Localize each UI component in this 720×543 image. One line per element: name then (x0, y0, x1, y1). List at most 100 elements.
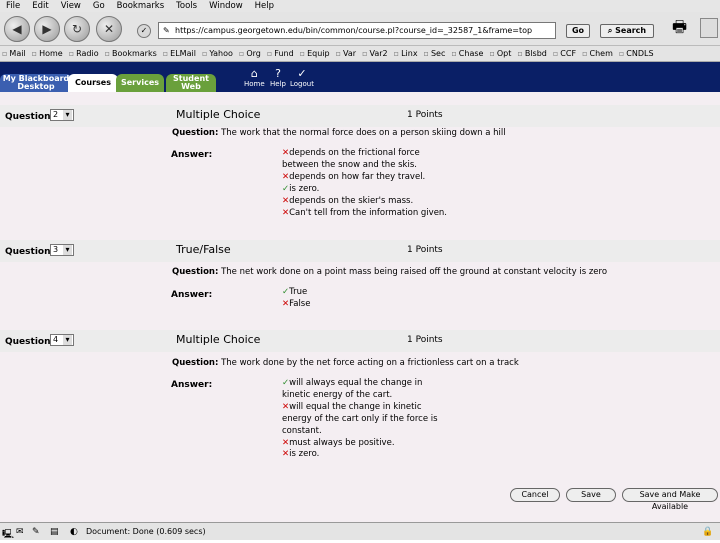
bookmark-item[interactable]: Equip (300, 49, 330, 58)
answer-text: Can't tell from the information given. (289, 207, 448, 218)
bookmark-item[interactable]: Linx (394, 49, 417, 58)
menu-help[interactable]: Help (255, 1, 274, 11)
question-header: Question 4 Multiple Choice 1 Points (0, 330, 720, 352)
back-icon: ◀ (12, 22, 22, 36)
question-header: Question 2 Multiple Choice 1 Points (0, 105, 720, 127)
bookmark-item[interactable]: Opt (489, 49, 512, 58)
menu-bar: File Edit View Go Bookmarks Tools Window… (0, 0, 720, 12)
bookmark-item[interactable]: Bookmarks (105, 49, 157, 58)
question-text-body: The work that the normal force does on a… (221, 128, 506, 138)
forward-icon: ▶ (42, 22, 52, 36)
answer-item: ✕depends on the skier's mass. (282, 196, 452, 208)
answer-item: ✓will always equal the change in kinetic… (282, 378, 452, 402)
url-input[interactable]: ✎ https://campus.georgetown.edu/bin/comm… (158, 22, 556, 39)
help-link[interactable]: ? Help (270, 68, 286, 89)
question-text: Question: The net work done on a point m… (172, 267, 607, 277)
logout-label: Logout (290, 80, 314, 88)
tab-courses[interactable]: Courses (68, 74, 118, 92)
bookmarks-toolbar: Mail Home Radio Bookmarks ELMail Yahoo O… (0, 46, 720, 62)
answer-item: ✓is zero. (282, 184, 452, 196)
security-lock-icon[interactable]: 🔒 (702, 527, 713, 537)
action-bar: Cancel Save Save and Make Available (0, 488, 720, 511)
answer-list: ✕depends on the frictional force between… (282, 148, 452, 219)
menu-file[interactable]: File (6, 1, 20, 11)
stop-icon: ✕ (103, 22, 115, 36)
question-order-select[interactable]: 2 (50, 109, 74, 121)
menu-view[interactable]: View (61, 1, 81, 11)
tab-services[interactable]: Services (116, 74, 164, 92)
bookmark-item[interactable]: ELMail (163, 49, 196, 58)
answer-text: depends on the skier's mass. (289, 195, 414, 206)
question-order-select[interactable]: 3 (50, 244, 74, 256)
answer-text: is zero. (289, 183, 320, 194)
question-order-select[interactable]: 4 (50, 334, 74, 346)
answer-label: Answer: (171, 290, 213, 300)
bookmark-item[interactable]: Chem (582, 49, 612, 58)
back-button[interactable]: ◀ (4, 16, 30, 42)
page-icon[interactable]: ✓ (137, 24, 151, 38)
mail-icon[interactable]: ✉ (16, 527, 24, 537)
menu-edit[interactable]: Edit (32, 1, 48, 11)
stop-button[interactable]: ✕ (96, 16, 122, 42)
test-content: Question 2 Multiple Choice 1 Points Ques… (0, 92, 720, 522)
monitor-icon[interactable]: 🖳 (2, 527, 14, 543)
save-button[interactable]: Save (566, 488, 616, 502)
menu-tools[interactable]: Tools (176, 1, 197, 11)
lock-icon: ✎ (163, 26, 170, 35)
answer-text: will equal the change in kinetic energy … (282, 401, 438, 436)
answer-label: Answer: (171, 380, 213, 390)
menu-bookmarks[interactable]: Bookmarks (117, 1, 165, 11)
question-text: Question: The work done by the net force… (172, 358, 519, 368)
answer-text: depends on how far they travel. (289, 171, 426, 182)
bookmark-item[interactable]: Chase (451, 49, 484, 58)
question-text-label: Question: (172, 267, 219, 277)
composer-icon[interactable]: ✎ (32, 527, 40, 537)
question-label: Question (5, 337, 51, 347)
go-button[interactable]: Go (566, 24, 590, 38)
answer-item: ✕depends on how far they travel. (282, 172, 452, 184)
bookmark-item[interactable]: Blsbd (517, 49, 547, 58)
menu-go[interactable]: Go (93, 1, 105, 11)
bookmark-item[interactable]: Org (239, 49, 261, 58)
bookmark-item[interactable]: Mail (2, 49, 25, 58)
question-type: True/False (176, 243, 231, 256)
question-text-body: The work done by the net force acting on… (221, 358, 519, 368)
answer-item: ✕is zero. (282, 449, 452, 461)
question-points: 1 Points (407, 110, 443, 120)
status-text: Document: Done (0.609 secs) (86, 527, 206, 536)
chat-icon[interactable]: ▤ (50, 527, 59, 537)
progress-icon: ◐ (70, 527, 78, 537)
bookmark-item[interactable]: Yahoo (202, 49, 233, 58)
tab-desktop[interactable]: My Blackboard Desktop (0, 74, 72, 92)
bookmark-item[interactable]: Var2 (362, 49, 388, 58)
bookmark-item[interactable]: Sec (424, 49, 445, 58)
logout-link[interactable]: ✓ Logout (290, 68, 314, 89)
home-link[interactable]: ⌂ Home (244, 67, 265, 89)
question-label: Question (5, 112, 51, 122)
question-type: Multiple Choice (176, 333, 261, 346)
throbber-icon (700, 18, 718, 38)
answer-item: ✕False (282, 299, 452, 311)
forward-button[interactable]: ▶ (34, 16, 60, 42)
bookmark-item[interactable]: Home (32, 49, 63, 58)
cancel-button[interactable]: Cancel (510, 488, 560, 502)
answer-item: ✕Can't tell from the information given. (282, 208, 452, 220)
tab-student-web[interactable]: Student Web (166, 74, 216, 92)
menu-window[interactable]: Window (209, 1, 243, 11)
question-text-body: The net work done on a point mass being … (221, 267, 608, 277)
bookmark-item[interactable]: CCF (553, 49, 576, 58)
save-and-make-available-button[interactable]: Save and Make Available (622, 488, 718, 511)
answer-text: must always be positive. (289, 437, 395, 448)
answer-label: Answer: (171, 150, 213, 160)
bookmark-item[interactable]: Fund (267, 49, 293, 58)
search-button[interactable]: ⌕ Search (600, 24, 654, 38)
bookmark-item[interactable]: Var (336, 49, 356, 58)
url-text: https://campus.georgetown.edu/bin/common… (175, 26, 533, 35)
bookmark-item[interactable]: Radio (69, 49, 98, 58)
home-icon: ⌂ (250, 67, 258, 80)
print-icon[interactable]: 🖶 (672, 16, 694, 38)
reload-button[interactable]: ↻ (64, 16, 90, 42)
question-points: 1 Points (407, 335, 443, 345)
answer-item: ✕will equal the change in kinetic energy… (282, 402, 452, 438)
bookmark-item[interactable]: CNDLS (619, 49, 653, 58)
